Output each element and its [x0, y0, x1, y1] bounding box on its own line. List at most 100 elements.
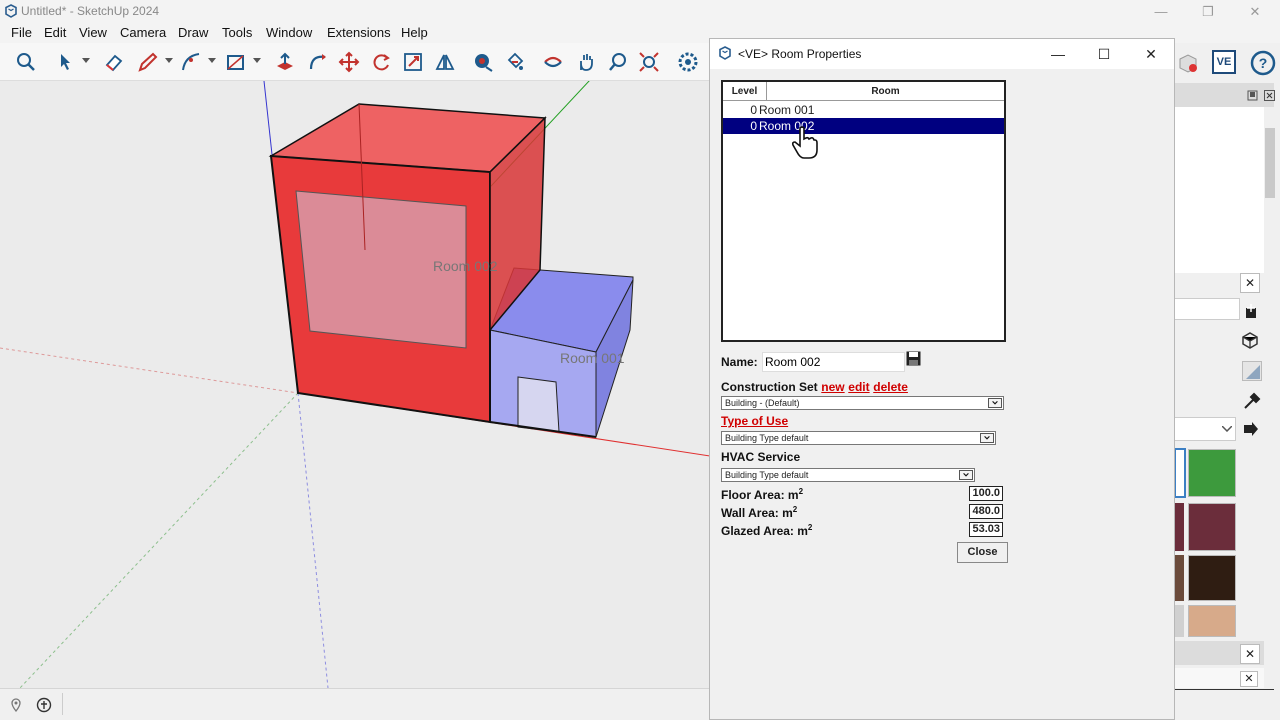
blue-axis-negative [297, 392, 329, 688]
save-icon[interactable] [906, 351, 921, 366]
eraser-icon[interactable] [103, 51, 125, 73]
room-001-label: Room 001 [560, 350, 625, 366]
details-arrow-icon[interactable] [1242, 421, 1260, 437]
type-of-use-link[interactable]: Type of Use [721, 414, 788, 428]
material-name-field[interactable] [1174, 298, 1240, 320]
ve-button[interactable]: VE [1212, 50, 1236, 74]
arc-icon[interactable] [180, 51, 202, 73]
room-properties-dialog: <VE> Room Properties — ☐ ✕ Level Room 0 … [709, 38, 1175, 720]
move-icon[interactable] [338, 51, 360, 73]
material-swatch-partial[interactable] [1174, 605, 1184, 637]
rectangle-icon[interactable] [225, 51, 247, 73]
paint-bucket-icon[interactable] [504, 51, 526, 73]
glazed-area-label: Glazed Area: m2 [721, 523, 813, 538]
materials-in-model-icon[interactable] [1240, 330, 1260, 350]
close-button[interactable]: ✕ [1235, 2, 1275, 22]
table-row-selected[interactable]: 0 Room 002 [723, 118, 1004, 134]
close-dialog-button[interactable]: Close [957, 542, 1008, 563]
zoom-extents-icon[interactable] [638, 51, 660, 73]
row-room-name: Room 001 [759, 103, 815, 117]
follow-me-icon[interactable] [307, 51, 329, 73]
menu-draw[interactable]: Draw [178, 25, 208, 40]
column-header-room[interactable]: Room [767, 82, 1004, 101]
svg-text:?: ? [1259, 55, 1268, 71]
panel-close-button[interactable]: ✕ [1240, 671, 1258, 687]
tray-panel-content [1174, 107, 1264, 273]
construction-edit-link[interactable]: edit [848, 380, 869, 394]
hvac-service-select[interactable]: Building Type default [721, 468, 975, 482]
menu-window[interactable]: Window [266, 25, 312, 40]
push-pull-icon[interactable] [274, 51, 296, 73]
scale-icon[interactable] [402, 51, 424, 73]
orbit-icon[interactable] [542, 51, 564, 73]
wall-area-label: Wall Area: m2 [721, 505, 798, 520]
menu-view[interactable]: View [79, 25, 107, 40]
construction-delete-link[interactable]: delete [873, 380, 908, 394]
pin-icon[interactable] [1247, 90, 1258, 101]
rotate-icon[interactable] [370, 51, 392, 73]
title-bar: Untitled* - SketchUp 2024 — ❐ ✕ [0, 0, 1280, 23]
column-header-level[interactable]: Level [723, 82, 767, 101]
materials-close-button[interactable]: ✕ [1240, 273, 1260, 293]
room-list-header: Level Room [723, 82, 1004, 101]
status-divider [62, 693, 63, 715]
dialog-minimize-button[interactable]: — [1038, 43, 1078, 65]
create-material-icon[interactable] [1244, 303, 1258, 319]
zoom-window-icon[interactable] [15, 51, 37, 73]
ve-gear-icon[interactable] [677, 51, 699, 73]
room-list[interactable]: Level Room 0 Room 001 0 Room 002 [721, 80, 1006, 342]
restore-button[interactable]: ❐ [1188, 2, 1228, 22]
credits-info-icon[interactable] [36, 697, 52, 713]
zoom-icon[interactable] [607, 51, 629, 73]
status-bar [0, 688, 710, 720]
room-name-input[interactable] [762, 352, 905, 372]
chevron-down-icon[interactable] [208, 58, 216, 64]
wall-area-value: 480.0 [969, 504, 1003, 519]
model-viewport[interactable]: Room 001 Room 002 [0, 81, 710, 688]
construction-set-select[interactable]: Building - (Default) [721, 396, 1004, 410]
menu-help[interactable]: Help [401, 25, 428, 40]
chevron-down-icon[interactable] [253, 58, 261, 64]
model-canvas: Room 001 Room 002 [0, 81, 710, 688]
panel-close-button[interactable]: ✕ [1240, 644, 1260, 664]
pan-hand-icon[interactable] [575, 51, 597, 73]
window-title: Untitled* - SketchUp 2024 [21, 4, 160, 18]
material-swatch-partial[interactable] [1174, 503, 1184, 551]
geo-location-icon[interactable] [9, 698, 23, 712]
menu-tools[interactable]: Tools [222, 25, 252, 40]
close-icon[interactable] [1264, 90, 1275, 101]
material-swatch-tan[interactable] [1188, 605, 1236, 637]
ve-cube-icon[interactable] [1176, 51, 1200, 75]
construction-new-link[interactable]: new [821, 380, 844, 394]
dialog-maximize-button[interactable]: ☐ [1084, 43, 1124, 65]
menu-extensions[interactable]: Extensions [327, 25, 391, 40]
dialog-close-button[interactable]: ✕ [1131, 43, 1171, 65]
chevron-down-icon[interactable] [1222, 426, 1232, 432]
chevron-down-icon[interactable] [165, 58, 173, 64]
row-level: 0 [750, 119, 757, 133]
tray-scrollbar-thumb[interactable] [1265, 128, 1275, 198]
dialog-title-bar[interactable]: <VE> Room Properties — ☐ ✕ [710, 39, 1174, 69]
room-001-door[interactable] [517, 376, 560, 433]
material-swatch-dark-brown[interactable] [1188, 555, 1236, 601]
menu-camera[interactable]: Camera [120, 25, 166, 40]
material-swatch-maroon[interactable] [1188, 503, 1236, 551]
main-toolbar [0, 43, 710, 81]
menu-file[interactable]: File [11, 25, 32, 40]
help-icon[interactable]: ? [1250, 50, 1276, 76]
material-swatch-green[interactable] [1188, 449, 1236, 497]
floor-area-label: Floor Area: m2 [721, 487, 804, 502]
tape-measure-icon[interactable] [472, 51, 494, 73]
material-swatch-partial[interactable] [1174, 555, 1184, 601]
minimize-button[interactable]: — [1141, 2, 1181, 22]
select-icon[interactable] [55, 51, 77, 73]
table-row[interactable]: 0 Room 001 [723, 102, 1004, 118]
swatch-selected-partial[interactable] [1174, 448, 1186, 498]
eyedropper-icon[interactable] [1242, 391, 1262, 411]
dialog-title: <VE> Room Properties [738, 47, 862, 61]
pencil-icon[interactable] [137, 51, 159, 73]
menu-edit[interactable]: Edit [44, 25, 66, 40]
flip-icon[interactable] [434, 51, 456, 73]
type-of-use-select[interactable]: Building Type default [721, 431, 996, 445]
chevron-down-icon[interactable] [82, 58, 90, 64]
